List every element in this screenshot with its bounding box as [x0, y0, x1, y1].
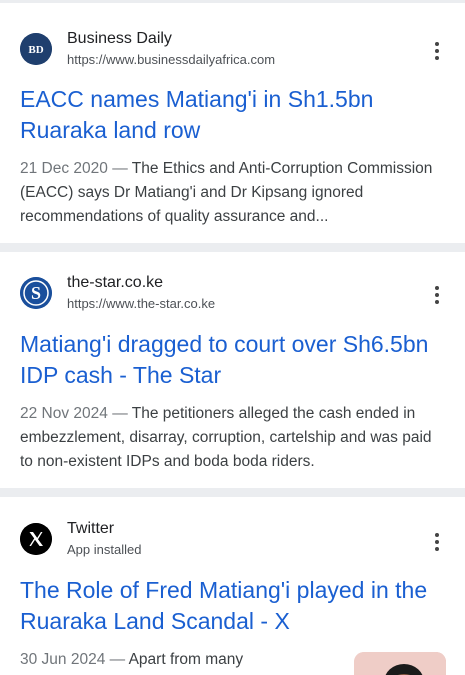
- source-url: https://www.businessdailyafrica.com: [67, 52, 276, 67]
- result-date: 22 Nov 2024: [20, 405, 108, 422]
- date-separator: —: [107, 160, 132, 177]
- result-separator: [0, 243, 465, 252]
- source-name: the-star.co.ke: [67, 274, 164, 291]
- source-name: Business Daily: [67, 30, 172, 47]
- result-snippet: 30 Jun 2024 — Apart from many: [20, 648, 340, 672]
- more-vert-icon[interactable]: [427, 283, 447, 307]
- x-logo-icon: [20, 523, 52, 555]
- result-title-link[interactable]: Matiang'i dragged to court over Sh6.5bn …: [20, 329, 450, 391]
- source-url: https://www.the-star.co.ke: [67, 296, 216, 311]
- date-separator: —: [105, 651, 129, 668]
- search-result-2: S the-star.co.ke https://www.the-star.co…: [0, 252, 465, 488]
- result-source[interactable]: S the-star.co.ke https://www.the-star.co…: [20, 273, 215, 313]
- result-date: 21 Dec 2020: [20, 160, 108, 177]
- the-star-favicon-text: S: [31, 283, 41, 303]
- businessdaily-favicon: BD: [20, 33, 52, 65]
- date-separator: —: [107, 405, 132, 422]
- result-source[interactable]: Twitter App installed: [20, 519, 141, 559]
- result-source[interactable]: BD Business Daily https://www.businessda…: [20, 29, 275, 69]
- search-result-1: BD Business Daily https://www.businessda…: [0, 3, 465, 243]
- result-snippet: 21 Dec 2020 — The Ethics and Anti-Corrup…: [20, 157, 448, 229]
- result-separator: [0, 488, 465, 497]
- result-date: 30 Jun 2024: [20, 651, 106, 668]
- more-vert-icon[interactable]: [427, 39, 447, 63]
- result-thumbnail[interactable]: [354, 652, 446, 675]
- search-result-3: Twitter App installed The Role of Fred M…: [0, 497, 465, 675]
- result-snippet: 22 Nov 2024 — The petitioners alleged th…: [20, 402, 448, 474]
- snippet-text: Apart from many: [128, 651, 244, 668]
- more-vert-icon[interactable]: [427, 530, 447, 554]
- app-installed-label: App installed: [67, 542, 142, 557]
- result-title-link[interactable]: The Role of Fred Matiang'i played in the…: [20, 575, 450, 637]
- the-star-favicon: S: [20, 277, 52, 309]
- source-name: Twitter: [67, 520, 115, 537]
- result-title-link[interactable]: EACC names Matiang'i in Sh1.5bn Ruaraka …: [20, 84, 450, 146]
- businessdaily-favicon-text: BD: [28, 44, 43, 56]
